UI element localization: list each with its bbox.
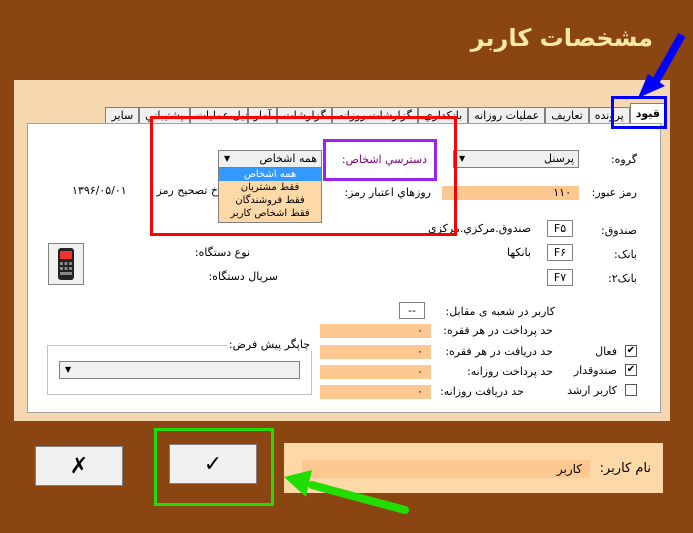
username-label: نام کاربر: — [599, 461, 651, 476]
group-select-value: پرسنل — [544, 152, 574, 165]
bank-value: بانکها — [507, 246, 531, 259]
pos-terminal-icon[interactable] — [48, 243, 84, 285]
group-select[interactable]: پرسنل ▼ — [453, 150, 579, 168]
group-label: گروه: — [610, 153, 637, 166]
max-pay-day-field[interactable]: ۰ — [320, 365, 431, 379]
fund-label: صندوق: — [601, 224, 637, 237]
bank-label: بانک: — [613, 248, 637, 261]
max-pay-item-label: حد پرداخت در هر فقره: — [443, 324, 553, 337]
close-icon: ✗ — [69, 453, 89, 479]
branch-user-button[interactable]: -- — [399, 302, 425, 319]
date-value: ۱۳۹۶/۰۵/۰۱ — [72, 184, 127, 197]
branch-user-label: کاربر در شعبه ی مقابل: — [445, 305, 555, 318]
max-pay-item-field[interactable]: ۰ — [320, 324, 431, 338]
tab-definitions[interactable]: تعاريف — [545, 107, 589, 123]
highlight-purple-box — [323, 139, 437, 181]
active-label: فعال — [595, 345, 617, 358]
senior-user-label: کاربر ارشد — [567, 384, 617, 397]
tab-other[interactable]: ساير — [105, 107, 140, 123]
bank-code-button[interactable]: F۶ — [547, 244, 573, 261]
cashier-checkbox[interactable]: ✔ — [625, 364, 637, 376]
device-serial-label: سريال دستگاه: — [208, 270, 278, 283]
default-printer-select[interactable]: ▼ — [59, 361, 300, 379]
username-field[interactable]: کاربر — [302, 460, 590, 478]
highlight-blue-box — [611, 96, 667, 129]
tab-daily-operations[interactable]: عمليات روزانه — [468, 107, 546, 123]
password-label: رمز عبور: — [591, 186, 637, 199]
default-printer-label: چاپگر پيش فرض: — [226, 338, 312, 351]
max-recv-day-label: حد دريافت روزانه: — [440, 385, 524, 398]
fund-code-button[interactable]: F۵ — [547, 220, 573, 237]
max-recv-item-label: حد دريافت در هر فقره: — [445, 345, 553, 358]
password-field[interactable]: ۱۱۰ — [442, 186, 579, 200]
bank2-label: بانک۲: — [608, 272, 637, 285]
max-recv-item-field[interactable]: ۰ — [320, 345, 431, 359]
cashier-label: صندوقدار — [573, 364, 617, 377]
max-pay-day-label: حد پرداخت روزانه: — [467, 365, 553, 378]
cancel-button[interactable]: ✗ — [35, 446, 123, 486]
device-type-label: نوع دستگاه: — [194, 246, 250, 259]
senior-user-checkbox[interactable] — [625, 384, 637, 396]
active-checkbox[interactable]: ✔ — [625, 345, 637, 357]
max-recv-day-field[interactable]: ۰ — [320, 385, 431, 399]
page-title: مشخصات کاربر — [470, 24, 653, 52]
chevron-down-icon: ▼ — [65, 365, 72, 374]
chevron-down-icon: ▼ — [459, 154, 466, 163]
bank2-code-button[interactable]: F۷ — [547, 269, 573, 286]
highlight-green-box — [154, 428, 274, 506]
